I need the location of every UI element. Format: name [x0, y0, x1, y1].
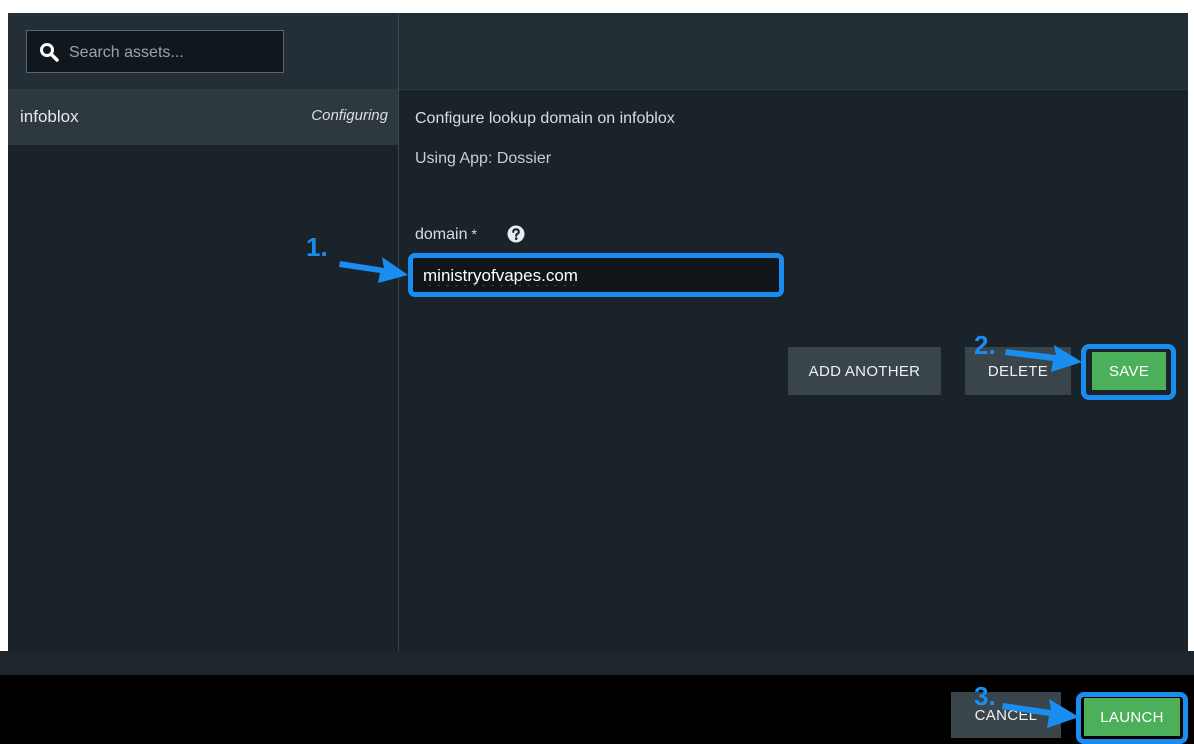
asset-item-infoblox[interactable]: infoblox Configuring	[8, 89, 398, 145]
step-3-label: 3.	[974, 681, 996, 711]
step-2-label: 2.	[974, 330, 996, 360]
launch-button[interactable]: LAUNCH	[1084, 698, 1180, 736]
domain-input[interactable]	[421, 261, 775, 291]
save-button[interactable]: SAVE	[1092, 352, 1166, 390]
arrow-icon	[339, 257, 408, 283]
right-border	[1188, 0, 1194, 744]
search-input[interactable]	[67, 31, 281, 74]
app-label: Using App: Dossier	[415, 150, 552, 167]
question-circle-icon[interactable]	[507, 225, 525, 243]
search-box[interactable]	[26, 30, 284, 74]
add-another-button[interactable]: ADD ANOTHER	[788, 347, 941, 395]
footer-divider	[0, 651, 1194, 675]
asset-sidebar: infoblox Configuring	[8, 13, 399, 651]
asset-status: Configuring	[311, 107, 388, 124]
required-mark: *	[471, 226, 477, 242]
search-bar	[8, 13, 398, 89]
panel-heading: Configure lookup domain on infoblox	[415, 110, 675, 127]
left-border	[0, 0, 8, 744]
arrow-icon	[1002, 699, 1079, 728]
domain-label-text: domain	[415, 226, 468, 243]
top-border	[0, 0, 1194, 13]
domain-field[interactable]	[408, 253, 784, 297]
domain-label: domain *	[415, 226, 477, 244]
step-1-label: 1.	[306, 232, 328, 262]
main-header	[399, 13, 1188, 90]
arrow-icon	[1005, 345, 1082, 372]
search-icon	[40, 43, 59, 62]
asset-name: infoblox	[20, 107, 79, 126]
